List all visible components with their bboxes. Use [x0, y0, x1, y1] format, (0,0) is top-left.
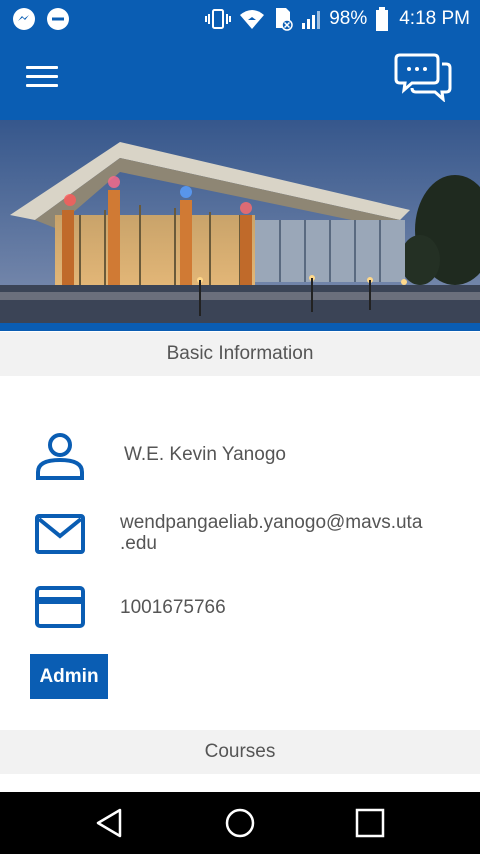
basic-information-title: Basic Information: [166, 343, 314, 364]
student-id-row: 1001675766: [0, 586, 480, 632]
recents-icon[interactable]: [352, 805, 388, 841]
vibrate-icon: [205, 9, 232, 29]
battery-icon: [376, 7, 389, 31]
chat-bubbles-icon[interactable]: [394, 52, 454, 102]
campus-building-night-photo: [0, 120, 480, 323]
courses-header[interactable]: Courses: [0, 730, 480, 774]
battery-percent: 98%: [329, 8, 368, 29]
no-sim-icon: [276, 8, 293, 31]
student-id: 1001675766: [120, 597, 226, 618]
messenger-icon: [13, 8, 35, 30]
email-line-1: wendpangaeliab.yanogo@mavs.uta: [120, 512, 423, 533]
email-line-2: .edu: [120, 532, 157, 554]
email-row: wendpangaeliab.yanogo@mavs.uta .edu: [0, 508, 480, 560]
back-icon[interactable]: [92, 805, 128, 841]
admin-badge[interactable]: Admin: [30, 654, 108, 699]
signal-icon: [302, 11, 321, 29]
hero-accent-strip: [0, 323, 480, 331]
student-name: W.E. Kevin Yanogo: [124, 444, 286, 465]
campus-building-image: [0, 120, 480, 323]
home-icon[interactable]: [222, 805, 258, 841]
app-bar: [0, 38, 480, 120]
student-email[interactable]: wendpangaeliab.yanogo@mavs.uta .edu: [120, 512, 423, 555]
mail-icon: [35, 514, 85, 554]
admin-label: Admin: [39, 665, 99, 687]
name-row: W.E. Kevin Yanogo: [0, 430, 480, 482]
courses-title: Courses: [204, 741, 276, 762]
wifi-icon: [240, 10, 265, 29]
card-icon: [35, 586, 85, 628]
basic-information-header: Basic Information: [0, 332, 480, 376]
do-not-disturb-icon: [47, 8, 69, 30]
status-bar: 98% 4:18 PM: [0, 0, 480, 38]
person-icon: [36, 433, 84, 480]
menu-icon[interactable]: [26, 66, 58, 90]
system-nav-bar: [0, 792, 480, 854]
clock: 4:18 PM: [399, 8, 470, 29]
